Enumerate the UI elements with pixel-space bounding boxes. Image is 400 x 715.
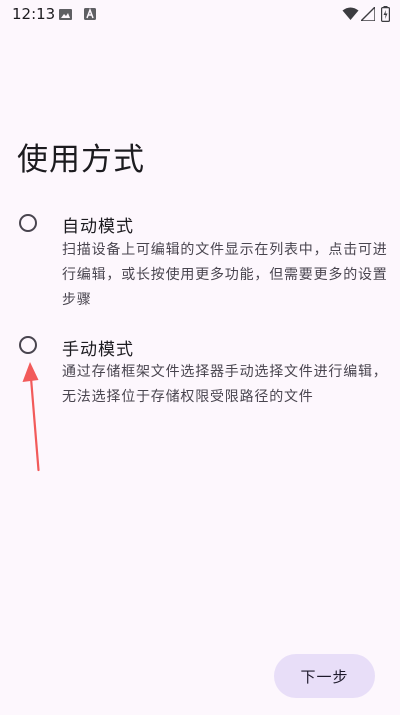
signal-icon (361, 7, 375, 21)
option-title: 手动模式 (62, 340, 134, 360)
option-description: 扫描设备上可编辑的文件显示在列表中，点击可进行编辑，或长按使用更多功能，但需要更… (62, 242, 388, 308)
status-time: 12:13 (12, 5, 56, 23)
gallery-icon (59, 9, 72, 20)
option-description: 通过存储框架文件选择器手动选择文件进行编辑，无法选择位于存储权限受限路径的文件 (62, 364, 388, 405)
a-icon (84, 8, 96, 20)
annotation-arrow-icon (22, 362, 40, 472)
status-bar: 12:13 (0, 0, 400, 30)
page-title: 使用方式 (17, 142, 145, 178)
next-step-button[interactable]: 下一步 (274, 654, 375, 698)
radio-button-auto[interactable] (19, 214, 37, 232)
battery-charging-icon (381, 6, 390, 22)
wifi-icon (342, 7, 359, 20)
option-title: 自动模式 (62, 217, 134, 237)
radio-button-manual[interactable] (19, 336, 37, 354)
